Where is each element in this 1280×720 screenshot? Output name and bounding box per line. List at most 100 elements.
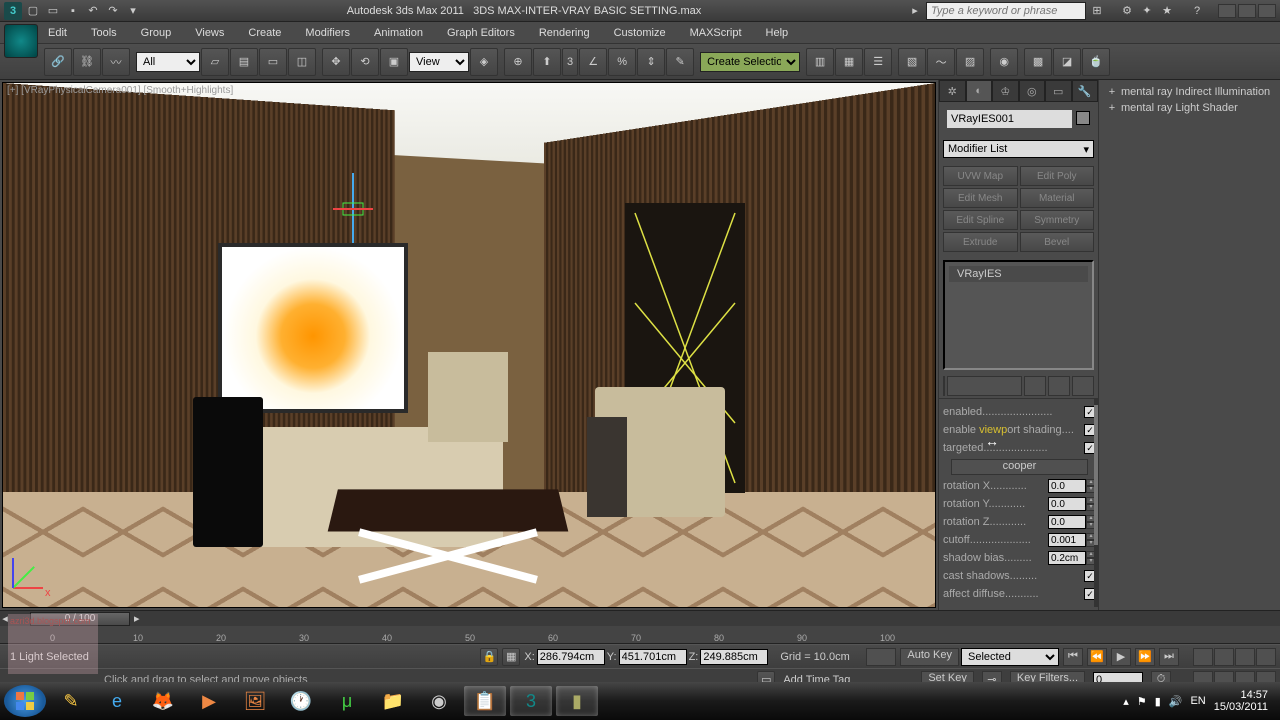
tool2-icon[interactable]: ✦ xyxy=(1138,2,1156,20)
object-color-swatch[interactable] xyxy=(1076,111,1090,125)
named-selection-combo[interactable]: Create Selection Se xyxy=(700,52,800,72)
schematic-icon[interactable]: ▨ xyxy=(956,48,984,76)
mod-btn-material[interactable]: Material xyxy=(1020,188,1095,208)
show-end-result-icon[interactable] xyxy=(947,376,1022,396)
keyboard-shortcut-icon[interactable]: ⬆ xyxy=(533,48,561,76)
task-pictures-icon[interactable]: 🖼 xyxy=(234,686,276,716)
manipulate-icon[interactable]: ⊕ xyxy=(504,48,532,76)
play-icon[interactable]: ▶ xyxy=(1111,648,1131,666)
lock-selection-icon[interactable]: 🔒 xyxy=(480,648,498,666)
auto-key-button[interactable]: Auto Key xyxy=(900,648,959,666)
graphite-icon[interactable]: ▧ xyxy=(898,48,926,76)
menu-rendering[interactable]: Rendering xyxy=(531,25,598,41)
time-ruler[interactable]: 0102030405060708090100 xyxy=(0,626,1280,644)
render-frame-icon[interactable]: ◪ xyxy=(1053,48,1081,76)
qat-undo-icon[interactable]: ↶ xyxy=(84,2,102,20)
menu-customize[interactable]: Customize xyxy=(606,25,674,41)
minimize-button[interactable] xyxy=(1218,4,1236,18)
scale-icon[interactable]: ▣ xyxy=(380,48,408,76)
mod-btn-editmesh[interactable]: Edit Mesh xyxy=(943,188,1018,208)
mod-btn-extrude[interactable]: Extrude xyxy=(943,232,1018,252)
modify-tab-icon[interactable]: ◐ xyxy=(966,80,993,102)
mirror-icon[interactable]: ▥ xyxy=(806,48,834,76)
menu-views[interactable]: Views xyxy=(187,25,232,41)
flyout-mental-ray-shader[interactable]: +mental ray Light Shader xyxy=(1103,100,1276,116)
mod-btn-bevel[interactable]: Bevel xyxy=(1020,232,1095,252)
task-notes-icon[interactable]: 📋 xyxy=(464,686,506,716)
viewport-label[interactable]: [+] [VRayPhysicalCamera001] [Smooth+High… xyxy=(7,85,233,96)
task-wmp-icon[interactable]: ▶ xyxy=(188,686,230,716)
select-object-icon[interactable]: ▱ xyxy=(201,48,229,76)
title-arrow-icon[interactable]: ▸ xyxy=(906,2,924,20)
task-explorer-icon[interactable]: 📁 xyxy=(372,686,414,716)
help-search-input[interactable] xyxy=(926,2,1086,20)
select-name-icon[interactable]: ▤ xyxy=(230,48,258,76)
favorites-icon[interactable]: ★ xyxy=(1158,2,1176,20)
key-mode-combo[interactable]: Selected xyxy=(961,648,1059,666)
render-setup-icon[interactable]: ▩ xyxy=(1024,48,1052,76)
start-button[interactable] xyxy=(4,685,46,717)
task-clock-icon[interactable]: 🕐 xyxy=(280,686,322,716)
rotate-icon[interactable]: ⟲ xyxy=(351,48,379,76)
bind-space-warp-icon[interactable]: 〰 xyxy=(102,48,130,76)
next-frame-icon[interactable]: ⏩ xyxy=(1135,648,1155,666)
menu-help[interactable]: Help xyxy=(758,25,797,41)
tray-clock[interactable]: 14:5715/03/2011 xyxy=(1214,689,1268,713)
tray-network-icon[interactable]: ▮ xyxy=(1155,695,1161,708)
motion-tab-icon[interactable]: ◎ xyxy=(1019,80,1046,102)
tool1-icon[interactable]: ⚙ xyxy=(1118,2,1136,20)
percent-snap-icon[interactable]: % xyxy=(608,48,636,76)
edit-named-sel-icon[interactable]: ✎ xyxy=(666,48,694,76)
menu-group[interactable]: Group xyxy=(133,25,180,41)
coord-z-input[interactable] xyxy=(700,649,768,665)
task-3dsmax-icon[interactable]: 3 xyxy=(510,686,552,716)
link-icon[interactable]: 🔗 xyxy=(44,48,72,76)
qat-more-icon[interactable]: ▾ xyxy=(124,2,142,20)
menu-edit[interactable]: Edit xyxy=(40,25,75,41)
menu-create[interactable]: Create xyxy=(240,25,289,41)
mod-btn-symmetry[interactable]: Symmetry xyxy=(1020,210,1095,230)
configure-sets-icon[interactable] xyxy=(1072,376,1094,396)
mod-btn-editpoly[interactable]: Edit Poly xyxy=(1020,166,1095,186)
remove-modifier-icon[interactable] xyxy=(1048,376,1070,396)
utilities-tab-icon[interactable]: 🔧 xyxy=(1072,80,1099,102)
zoom-all-icon[interactable] xyxy=(1214,648,1234,666)
menu-maxscript[interactable]: MAXScript xyxy=(682,25,750,41)
prev-frame-icon[interactable]: ⏪ xyxy=(1087,648,1107,666)
zoom-icon[interactable] xyxy=(1193,648,1213,666)
qat-save-icon[interactable]: ▪ xyxy=(64,2,82,20)
stack-item-vrayies[interactable]: VRayIES xyxy=(949,266,1088,282)
tray-flag-icon[interactable]: ⚑ xyxy=(1137,695,1147,708)
task-chrome-icon[interactable]: ◉ xyxy=(418,686,460,716)
menu-animation[interactable]: Animation xyxy=(366,25,431,41)
task-utorrent-icon[interactable]: μ xyxy=(326,686,368,716)
help-icon[interactable]: ? xyxy=(1188,2,1206,20)
flyout-mental-ray-indirect[interactable]: +mental ray Indirect Illumination xyxy=(1103,84,1276,100)
rollout-scrollbar[interactable] xyxy=(1094,405,1098,545)
cutoff-input[interactable] xyxy=(1048,533,1086,547)
selection-filter-combo[interactable]: All xyxy=(136,52,200,72)
task-notepad-icon[interactable]: ✎ xyxy=(50,686,92,716)
ref-coord-combo[interactable]: View xyxy=(409,52,469,72)
object-name-field[interactable]: VRayIES001 xyxy=(947,110,1072,128)
maximize-button[interactable] xyxy=(1238,4,1256,18)
shadow-bias-input[interactable] xyxy=(1048,551,1086,565)
close-button[interactable] xyxy=(1258,4,1276,18)
modifier-list-combo[interactable]: Modifier List▾ xyxy=(943,140,1094,158)
goto-end-icon[interactable]: ⏭ xyxy=(1159,648,1179,666)
slider-right-icon[interactable]: ▸ xyxy=(134,612,140,625)
qat-redo-icon[interactable]: ↷ xyxy=(104,2,122,20)
display-tab-icon[interactable]: ▭ xyxy=(1045,80,1072,102)
select-rect-icon[interactable]: ▭ xyxy=(259,48,287,76)
coord-x-input[interactable] xyxy=(537,649,605,665)
zoom-extents-all-icon[interactable] xyxy=(1256,648,1276,666)
menu-tools[interactable]: Tools xyxy=(83,25,125,41)
select-window-icon[interactable]: ◫ xyxy=(288,48,316,76)
rotation-y-input[interactable] xyxy=(1048,497,1086,511)
make-unique-icon[interactable] xyxy=(1024,376,1046,396)
viewport[interactable]: [+] [VRayPhysicalCamera001] [Smooth+High… xyxy=(2,82,936,608)
menu-graph-editors[interactable]: Graph Editors xyxy=(439,25,523,41)
unlink-icon[interactable]: ⛓ xyxy=(73,48,101,76)
mod-btn-uvwmap[interactable]: UVW Map xyxy=(943,166,1018,186)
light-source-gizmo-icon[interactable] xyxy=(333,173,373,253)
